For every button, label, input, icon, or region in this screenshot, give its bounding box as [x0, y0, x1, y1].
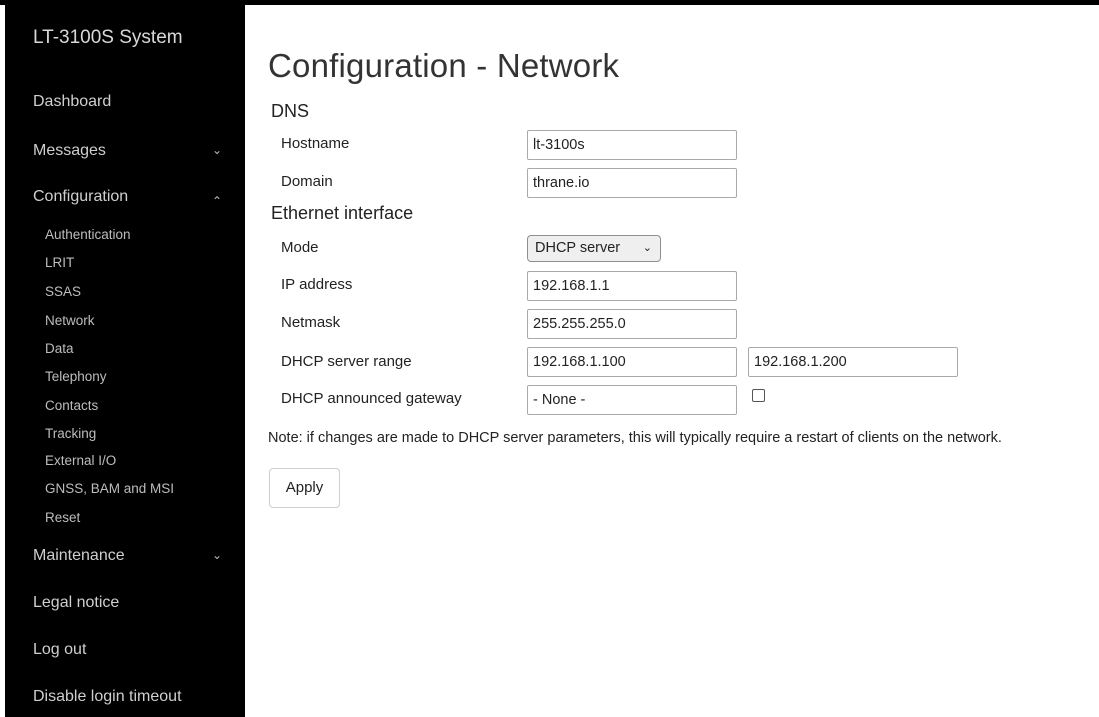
sidebar-item-authentication[interactable]: Authentication	[45, 227, 131, 242]
hostname-label: Hostname	[281, 135, 350, 152]
brand-title: LT-3100S System	[33, 27, 183, 48]
nav-maintenance[interactable]: Maintenance	[33, 547, 125, 565]
netmask-input[interactable]	[527, 309, 737, 339]
sidebar-item-lrit[interactable]: LRIT	[45, 255, 74, 270]
dhcp-note: Note: if changes are made to DHCP server…	[268, 430, 1002, 446]
dns-heading: DNS	[271, 101, 310, 121]
chevron-down-icon: ⌄	[212, 143, 223, 157]
sidebar-item-contacts[interactable]: Contacts	[45, 398, 98, 413]
mode-label: Mode	[281, 239, 319, 256]
mode-select[interactable]: DHCP server ⌄	[527, 235, 661, 262]
hostname-input[interactable]	[527, 130, 737, 160]
domain-input[interactable]	[527, 168, 737, 198]
chevron-up-icon: ⌃	[212, 194, 223, 208]
chevron-down-icon: ⌄	[212, 548, 223, 562]
sidebar-item-data[interactable]: Data	[45, 341, 74, 356]
dhcp-gateway-label: DHCP announced gateway	[281, 390, 462, 407]
nav-log-out[interactable]: Log out	[33, 641, 86, 659]
nav-messages[interactable]: Messages	[33, 142, 106, 160]
dhcp-gateway-input[interactable]	[527, 385, 737, 415]
dhcp-range-label: DHCP server range	[281, 353, 412, 370]
sidebar: LT-3100S System Dashboard Messages ⌄ Con…	[5, 0, 245, 717]
mode-select-value: DHCP server	[535, 240, 621, 256]
chevron-down-icon: ⌄	[642, 242, 652, 254]
apply-button[interactable]: Apply	[269, 468, 340, 508]
ethernet-heading: Ethernet interface	[271, 203, 414, 223]
ip-address-input[interactable]	[527, 271, 737, 301]
nav-dashboard[interactable]: Dashboard	[33, 93, 111, 111]
sidebar-item-gnss[interactable]: GNSS, BAM and MSI	[45, 481, 174, 496]
nav-configuration[interactable]: Configuration	[33, 188, 128, 206]
sidebar-item-tracking[interactable]: Tracking	[45, 426, 96, 441]
domain-label: Domain	[281, 173, 333, 190]
dhcp-range-start-input[interactable]	[527, 347, 737, 377]
dhcp-gateway-checkbox[interactable]	[752, 389, 765, 402]
nav-legal-notice[interactable]: Legal notice	[33, 594, 119, 612]
main-content: Configuration - Network DNS Hostname Dom…	[245, 0, 1099, 717]
dhcp-range-end-input[interactable]	[748, 347, 958, 377]
ip-address-label: IP address	[281, 276, 353, 293]
netmask-label: Netmask	[281, 314, 341, 331]
sidebar-item-telephony[interactable]: Telephony	[45, 369, 107, 384]
sidebar-item-ssas[interactable]: SSAS	[45, 284, 81, 299]
sidebar-item-reset[interactable]: Reset	[45, 510, 80, 525]
sidebar-item-network[interactable]: Network	[45, 313, 95, 328]
page-title: Configuration - Network	[268, 47, 620, 84]
nav-disable-login-timeout[interactable]: Disable login timeout	[33, 688, 182, 706]
sidebar-item-external-io[interactable]: External I/O	[45, 453, 116, 468]
